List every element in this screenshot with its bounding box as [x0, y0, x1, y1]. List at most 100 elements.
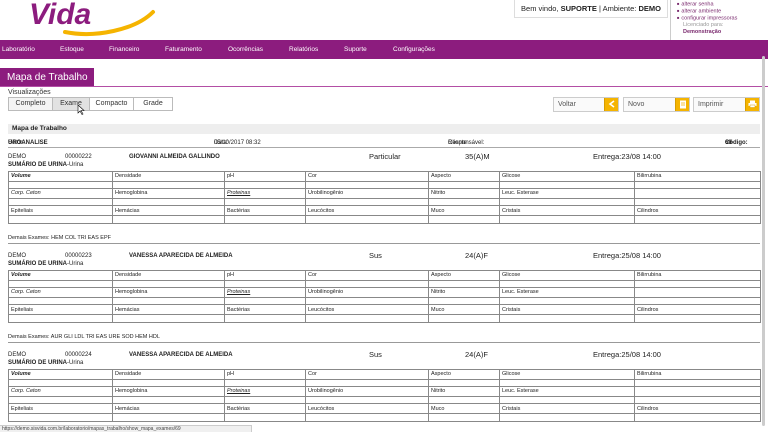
voltar-button[interactable]: Voltar — [553, 97, 619, 112]
grid-entry-cell[interactable] — [112, 197, 225, 207]
grid-label-cell: Leucócitos — [305, 205, 429, 216]
grid-entry-cell[interactable] — [634, 412, 761, 422]
grid-label-row: Volume Densidade pH Cor Aspecto Glicose Bilirr… — [8, 171, 761, 182]
nav-laboratorio[interactable]: Laboratório — [2, 40, 35, 59]
grid-entry-cell[interactable] — [428, 378, 500, 388]
grid-entry-cell[interactable] — [634, 378, 761, 388]
grid-entry-cell[interactable] — [634, 279, 761, 289]
grid-entry-cell[interactable] — [428, 214, 500, 224]
grid-entry-cell[interactable] — [634, 296, 761, 306]
grid-entry-cell[interactable] — [428, 412, 500, 422]
grid-entry-cell[interactable] — [428, 313, 500, 323]
nav-ocorrencias[interactable]: Ocorrências — [228, 40, 263, 59]
grid-entry-cell[interactable] — [305, 214, 429, 224]
patient-separator — [8, 243, 760, 244]
grid-entry-cell[interactable] — [8, 279, 113, 289]
patient-age: 24(A)F — [465, 251, 488, 260]
grid-label-cell: Hemoglobina — [112, 188, 225, 199]
exam-material: -Urina — [67, 162, 84, 168]
grid-entry-cell[interactable] — [305, 395, 429, 405]
grid-entry-cell[interactable] — [8, 313, 113, 323]
grid-entry-cell[interactable] — [8, 180, 113, 190]
grid-entry-cell[interactable] — [112, 412, 225, 422]
exam-summary: SUMÁRIO DE URINA-Urina — [8, 261, 83, 267]
grid-entry-cell[interactable] — [224, 214, 306, 224]
map-header: Mapa de Trabalho — [8, 124, 760, 134]
exam-summary-title: SUMÁRIO DE URINA — [8, 261, 68, 267]
grid-entry-cell[interactable] — [634, 395, 761, 405]
grid-entry-cell[interactable] — [8, 214, 113, 224]
view-compacto-button[interactable]: Compacto — [89, 97, 134, 111]
imprimir-button[interactable]: Imprimir — [693, 97, 760, 112]
mouse-cursor-icon — [77, 105, 85, 115]
grid-entry-cell[interactable] — [634, 180, 761, 190]
nav-faturamento[interactable]: Faturamento — [165, 40, 202, 59]
patient-block: DEMO 00000223 VANESSA APARECIDA DE ALMEI… — [8, 250, 761, 344]
alterar-senha-link[interactable]: alterar senha — [677, 1, 768, 8]
grid-entry-cell[interactable] — [224, 180, 306, 190]
view-completo-button[interactable]: Completo — [8, 97, 53, 111]
grid-entry-cell[interactable] — [305, 296, 429, 306]
grid-entry-cell[interactable] — [428, 395, 500, 405]
grid-entry-cell[interactable] — [634, 197, 761, 207]
vida-logo[interactable]: Vida — [25, 0, 165, 40]
grid-entry-cell[interactable] — [8, 197, 113, 207]
grid-entry-cell[interactable] — [112, 279, 225, 289]
grid-entry-cell[interactable] — [224, 279, 306, 289]
grid-entry-cell[interactable] — [305, 378, 429, 388]
grid-entry-cell[interactable] — [428, 296, 500, 306]
grid-entry-row — [8, 395, 761, 405]
grid-entry-cell[interactable] — [499, 412, 635, 422]
scrollbar[interactable] — [762, 56, 765, 426]
grid-label-cell: Proteinas — [224, 287, 306, 298]
grid-entry-cell[interactable] — [428, 279, 500, 289]
grid-entry-cell[interactable] — [428, 180, 500, 190]
grid-entry-cell[interactable] — [305, 180, 429, 190]
grid-entry-cell[interactable] — [224, 296, 306, 306]
configurar-impressoras-link[interactable]: configurar impressoras — [677, 15, 768, 22]
alterar-ambiente-link[interactable]: alterar ambiente — [677, 8, 768, 15]
grid-entry-cell[interactable] — [305, 197, 429, 207]
new-document-icon — [675, 98, 689, 111]
grid-entry-cell[interactable] — [112, 214, 225, 224]
grid-entry-cell[interactable] — [305, 279, 429, 289]
grid-entry-cell[interactable] — [224, 395, 306, 405]
grid-entry-cell[interactable] — [224, 197, 306, 207]
nav-financeiro[interactable]: Financeiro — [109, 40, 139, 59]
grid-entry-cell[interactable] — [499, 180, 635, 190]
grid-entry-cell[interactable] — [305, 313, 429, 323]
view-grade-button[interactable]: Grade — [133, 97, 173, 111]
nav-estoque[interactable]: Estoque — [60, 40, 84, 59]
grid-entry-cell[interactable] — [499, 197, 635, 207]
grid-entry-cell[interactable] — [8, 296, 113, 306]
grid-entry-cell[interactable] — [8, 378, 113, 388]
nav-relatorios[interactable]: Relatórios — [289, 40, 318, 59]
novo-button[interactable]: Novo — [623, 97, 690, 112]
grid-entry-cell[interactable] — [305, 412, 429, 422]
nav-suporte[interactable]: Suporte — [344, 40, 367, 59]
grid-label-cell: Nitrito — [428, 188, 500, 199]
grid-entry-cell[interactable] — [8, 412, 113, 422]
grid-entry-cell[interactable] — [634, 214, 761, 224]
grid-entry-cell[interactable] — [634, 313, 761, 323]
grid-label-cell: Proteinas — [224, 188, 306, 199]
grid-entry-cell[interactable] — [224, 378, 306, 388]
grid-entry-cell[interactable] — [112, 296, 225, 306]
grid-entry-cell[interactable] — [499, 313, 635, 323]
grid-label-cell: pH — [224, 270, 306, 281]
grid-entry-cell[interactable] — [428, 197, 500, 207]
grid-entry-cell[interactable] — [8, 395, 113, 405]
grid-entry-cell[interactable] — [499, 378, 635, 388]
nav-configuracoes[interactable]: Configurações — [393, 40, 435, 59]
grid-entry-cell[interactable] — [224, 313, 306, 323]
printer-icon — [745, 98, 759, 111]
grid-entry-cell[interactable] — [112, 313, 225, 323]
grid-entry-cell[interactable] — [112, 395, 225, 405]
grid-entry-cell[interactable] — [112, 378, 225, 388]
grid-entry-cell[interactable] — [224, 412, 306, 422]
grid-entry-cell[interactable] — [499, 279, 635, 289]
grid-entry-cell[interactable] — [499, 214, 635, 224]
grid-entry-cell[interactable] — [499, 296, 635, 306]
grid-entry-cell[interactable] — [499, 395, 635, 405]
grid-entry-cell[interactable] — [112, 180, 225, 190]
